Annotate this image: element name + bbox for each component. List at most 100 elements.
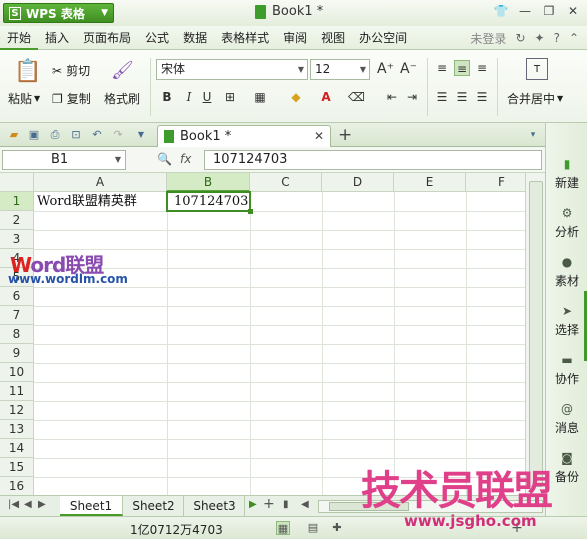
menu-formula[interactable]: 公式: [138, 26, 176, 50]
paste-button[interactable]: 粘贴 ▼: [8, 90, 40, 107]
undo-icon[interactable]: ↶: [90, 128, 104, 142]
vertical-scrollbar[interactable]: [525, 173, 545, 495]
sheet-tab-sheet3[interactable]: Sheet3: [185, 496, 245, 516]
panel-material[interactable]: ● 素材: [546, 255, 587, 289]
menu-page-layout[interactable]: 页面布局: [76, 26, 138, 50]
cell-fill-icon[interactable]: ▦: [252, 89, 268, 105]
refresh-icon[interactable]: ↻: [515, 31, 525, 45]
select-all-corner[interactable]: [0, 173, 34, 192]
clear-format-icon[interactable]: ⌫: [348, 89, 365, 105]
open-folder-icon[interactable]: ▰: [7, 128, 21, 142]
row-header[interactable]: 1: [0, 192, 34, 211]
row-header[interactable]: 12: [0, 401, 34, 420]
sheet-tab-sheet2[interactable]: Sheet2: [124, 496, 184, 516]
paste-icon[interactable]: 📋: [14, 58, 41, 84]
align-left-icon[interactable]: ☰: [434, 89, 450, 105]
column-header-a[interactable]: A: [34, 173, 167, 192]
next-sheet-icon[interactable]: ▶: [38, 499, 46, 510]
row-header[interactable]: 2: [0, 211, 34, 230]
row-header[interactable]: 14: [0, 439, 34, 458]
indent-increase-icon[interactable]: ⇥: [404, 89, 420, 105]
name-box[interactable]: B1 ▼: [2, 150, 126, 170]
menu-insert[interactable]: 插入: [38, 26, 76, 50]
sheet-list-icon[interactable]: ▮: [283, 499, 289, 510]
menu-review[interactable]: 审阅: [276, 26, 314, 50]
tab-book1[interactable]: Book1 * ✕: [157, 125, 331, 147]
menu-table-style[interactable]: 表格样式: [214, 26, 276, 50]
column-header-b[interactable]: B: [167, 173, 250, 192]
row-header[interactable]: 11: [0, 382, 34, 401]
bold-button[interactable]: B: [159, 89, 175, 105]
pin-icon[interactable]: ✦: [535, 31, 545, 45]
merge-center-button[interactable]: 合并居中 ▼: [507, 90, 563, 107]
indent-decrease-icon[interactable]: ⇤: [384, 89, 400, 105]
column-header-c[interactable]: C: [250, 173, 322, 192]
save-icon[interactable]: ▣: [27, 128, 41, 142]
align-center-icon[interactable]: ☰: [454, 89, 470, 105]
row-header[interactable]: 10: [0, 363, 34, 382]
row-header[interactable]: 3: [0, 230, 34, 249]
column-header-f[interactable]: F: [466, 173, 525, 192]
wps-app-menu-button[interactable]: S WPS 表格 ▼: [3, 3, 114, 23]
spreadsheet-grid[interactable]: A B C D E F 1 2 3 4 5 6 7 8 9 10 11 12 1…: [0, 173, 525, 495]
tab-list-icon[interactable]: ▾: [526, 128, 540, 142]
page-break-view-icon[interactable]: ✚: [330, 521, 344, 535]
cell-b1[interactable]: 107124703: [174, 192, 248, 211]
first-sheet-icon[interactable]: |◀: [8, 499, 19, 510]
decrease-font-icon[interactable]: A⁻: [400, 61, 417, 77]
collapse-ribbon-icon[interactable]: ⌃: [569, 31, 579, 45]
restore-button[interactable]: ❐: [539, 2, 559, 20]
underline-button[interactable]: U: [199, 89, 215, 105]
row-header[interactable]: 7: [0, 306, 34, 325]
row-header[interactable]: 9: [0, 344, 34, 363]
align-bottom-icon[interactable]: ≡: [474, 60, 490, 76]
format-painter-button[interactable]: 格式刷: [104, 90, 140, 107]
menu-data[interactable]: 数据: [176, 26, 214, 50]
column-header-d[interactable]: D: [322, 173, 394, 192]
row-header[interactable]: 15: [0, 458, 34, 477]
align-top-icon[interactable]: ≡: [434, 60, 450, 76]
chevron-down-icon[interactable]: ▼: [134, 128, 148, 142]
cell-a1[interactable]: Word联盟精英群: [37, 192, 137, 211]
italic-button[interactable]: I: [181, 89, 197, 105]
skin-icon[interactable]: 👕: [491, 2, 511, 20]
minimize-button[interactable]: —: [515, 2, 535, 20]
row-header[interactable]: 8: [0, 325, 34, 344]
page-layout-view-icon[interactable]: ▤: [306, 521, 320, 535]
merge-center-icon[interactable]: T: [526, 58, 548, 80]
increase-font-icon[interactable]: A⁺: [377, 61, 394, 77]
align-middle-icon[interactable]: ≡: [454, 60, 470, 76]
borders-icon[interactable]: ⊞: [222, 89, 238, 105]
panel-collab[interactable]: ▬ 协作: [546, 353, 587, 387]
prev-sheet-icon[interactable]: ◀: [24, 499, 32, 510]
login-link[interactable]: 未登录: [470, 30, 506, 47]
sheet-tab-sheet1[interactable]: Sheet1: [60, 496, 123, 516]
format-painter-icon[interactable]: 🖌: [111, 58, 135, 82]
font-name-select[interactable]: 宋体 ▼: [156, 59, 308, 80]
row-header[interactable]: 16: [0, 477, 34, 495]
menu-home[interactable]: 开始: [0, 26, 39, 50]
row-header[interactable]: 13: [0, 420, 34, 439]
zoom-search-icon[interactable]: 🔍: [157, 152, 172, 166]
add-sheet-icon[interactable]: +: [263, 496, 275, 512]
panel-backup[interactable]: ◙ 备份: [546, 451, 587, 485]
formula-input[interactable]: 107124703: [204, 150, 542, 170]
print-icon[interactable]: ⎙: [48, 128, 62, 142]
new-tab-icon[interactable]: +: [338, 125, 352, 145]
panel-analysis[interactable]: ⚙ 分析: [546, 206, 587, 240]
column-header-e[interactable]: E: [394, 173, 466, 192]
menu-office-space[interactable]: 办公空间: [352, 26, 414, 50]
vertical-scroll-thumb[interactable]: [529, 181, 543, 487]
print-preview-icon[interactable]: ⊡: [69, 128, 83, 142]
font-color-icon[interactable]: A: [318, 89, 334, 105]
insert-function-icon[interactable]: fx: [180, 152, 191, 166]
sheet-scroll-right-icon[interactable]: ▶: [249, 499, 257, 510]
fill-color-icon[interactable]: ◆: [288, 89, 304, 105]
row-header[interactable]: 6: [0, 287, 34, 306]
copy-button[interactable]: ❐ 复制: [52, 90, 91, 107]
font-size-select[interactable]: 12 ▼: [310, 59, 370, 80]
redo-icon[interactable]: ↷: [111, 128, 125, 142]
panel-select[interactable]: ➤ 选择: [546, 304, 587, 338]
panel-message[interactable]: @ 消息: [546, 402, 587, 436]
align-right-icon[interactable]: ☰: [474, 89, 490, 105]
